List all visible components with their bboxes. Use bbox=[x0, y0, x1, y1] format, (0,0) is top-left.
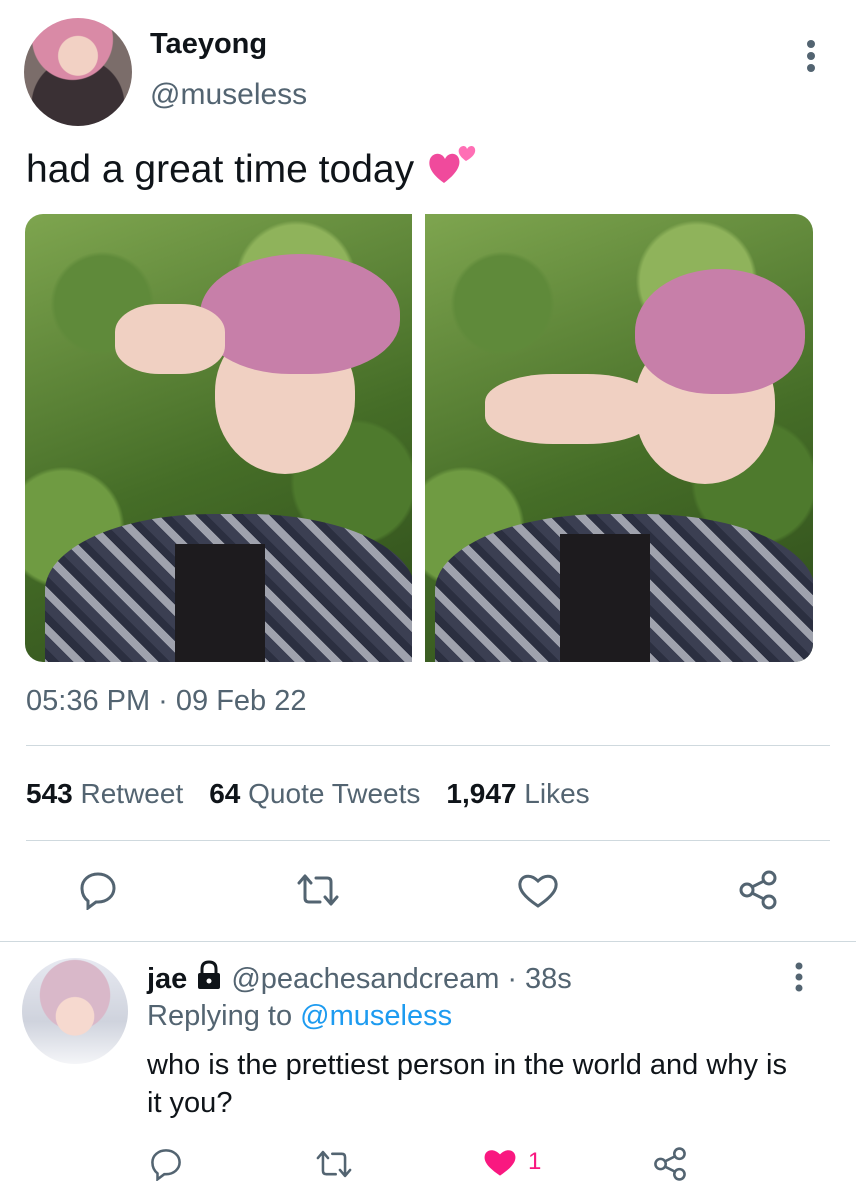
two-hearts-icon bbox=[426, 143, 478, 197]
retweet-icon bbox=[297, 874, 339, 906]
share-icon bbox=[654, 1147, 686, 1181]
like-label: Likes bbox=[524, 778, 590, 809]
replying-mention[interactable]: @museless bbox=[300, 1000, 452, 1032]
share-icon bbox=[739, 870, 777, 910]
like-button[interactable] bbox=[516, 868, 560, 912]
author-handle[interactable]: @museless bbox=[150, 78, 307, 112]
tweet-text-content: had a great time today bbox=[26, 148, 415, 191]
reply-button[interactable] bbox=[76, 868, 120, 912]
reply-text: who is the prettiest person in the world… bbox=[147, 1049, 787, 1119]
reply-like-button[interactable]: 1 bbox=[482, 1145, 541, 1179]
tweet-photo-1[interactable] bbox=[25, 214, 412, 662]
divider bbox=[26, 840, 830, 841]
reply-reply-button[interactable] bbox=[144, 1142, 188, 1186]
reply-icon bbox=[80, 872, 116, 910]
reply-author-avatar[interactable] bbox=[22, 958, 128, 1064]
share-button[interactable] bbox=[736, 868, 780, 912]
reply-author-handle[interactable]: @peachesandcream bbox=[231, 963, 499, 996]
tweet-timestamp[interactable]: 05:36 PM · 09 Feb 22 bbox=[26, 685, 307, 718]
tweet-photo-2[interactable] bbox=[425, 214, 813, 662]
author-avatar[interactable] bbox=[24, 18, 132, 126]
retweet-button[interactable] bbox=[296, 868, 340, 912]
divider bbox=[0, 941, 856, 942]
author-display-name[interactable]: Taeyong bbox=[150, 28, 267, 61]
replying-to: Replying to @museless bbox=[147, 1000, 452, 1033]
reply-retweet-button[interactable] bbox=[312, 1142, 356, 1186]
reply-more-options-icon[interactable] bbox=[786, 958, 816, 1018]
reply-icon bbox=[151, 1149, 181, 1181]
replying-prefix: Replying to bbox=[147, 1000, 293, 1032]
retweet-label: Retweet bbox=[80, 778, 184, 809]
tweet-stats: 543 Retweet 64 Quote Tweets 1,947 Likes bbox=[26, 778, 590, 810]
lock-icon bbox=[195, 960, 223, 998]
reply-header: jae @peachesandcream · 38s bbox=[147, 960, 572, 998]
quote-label: Quote Tweets bbox=[248, 778, 421, 809]
retweet-icon bbox=[316, 1150, 352, 1178]
retweet-count: 543 bbox=[26, 778, 73, 809]
like-filled-icon bbox=[484, 1150, 516, 1176]
quote-count: 64 bbox=[209, 778, 241, 809]
reply-share-button[interactable] bbox=[648, 1142, 692, 1186]
reply-separator: · bbox=[507, 962, 518, 995]
quote-stat[interactable]: 64 Quote Tweets bbox=[209, 778, 420, 810]
reply-time[interactable]: 38s bbox=[525, 963, 572, 996]
retweet-stat[interactable]: 543 Retweet bbox=[26, 778, 183, 810]
like-icon bbox=[518, 874, 558, 908]
tweet-text: had a great time today bbox=[26, 143, 478, 197]
reply-author-name[interactable]: jae bbox=[147, 963, 187, 996]
more-options-icon[interactable] bbox=[796, 36, 826, 96]
like-count: 1,947 bbox=[446, 778, 517, 809]
like-stat[interactable]: 1,947 Likes bbox=[446, 778, 589, 810]
divider bbox=[26, 745, 830, 746]
reply-like-count: 1 bbox=[528, 1148, 542, 1175]
